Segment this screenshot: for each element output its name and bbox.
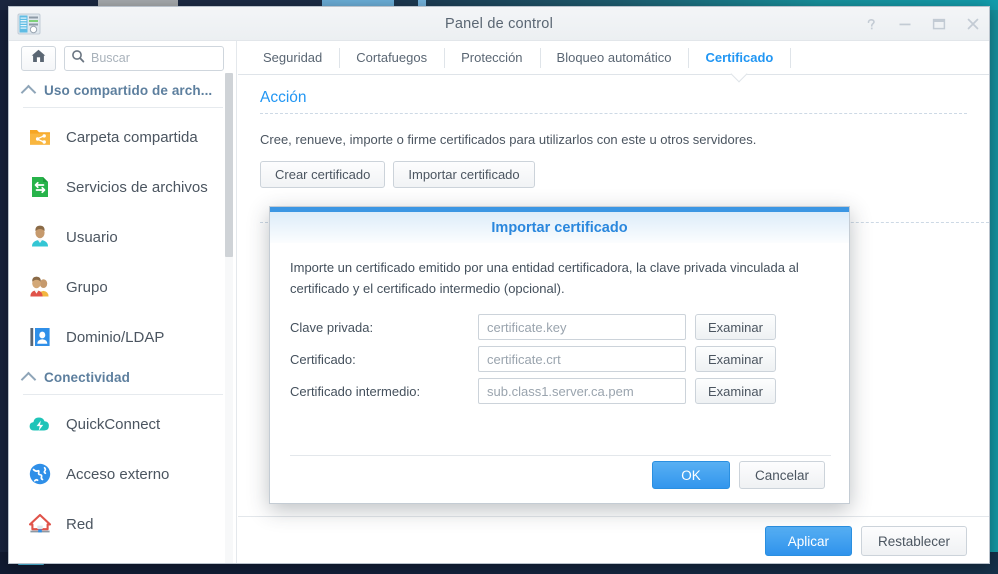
- sidebar-item-usuario[interactable]: Usuario: [9, 212, 237, 262]
- window-controls: [863, 7, 981, 41]
- external-access-icon: [27, 461, 53, 487]
- field-row-certificate: Certificado: certificate.crt Examinar: [290, 343, 829, 375]
- sidebar-item-dominio-ldap[interactable]: Dominio/LDAP: [9, 312, 237, 362]
- certificate-placeholder: certificate.crt: [487, 352, 561, 367]
- divider: [290, 455, 831, 456]
- action-buttons: Crear certificado Importar certificado: [260, 161, 967, 188]
- dialog-footer: OK Cancelar: [652, 461, 825, 489]
- sidebar-item-inalambrico[interactable]: Inalámbrico: [9, 549, 237, 564]
- tab-label: Certificado: [705, 50, 773, 65]
- maximize-button[interactable]: [931, 16, 947, 32]
- chevron-up-icon: [21, 84, 37, 100]
- certificate-pane: Acción Cree, renueve, importe o firme ce…: [238, 75, 989, 188]
- search-box[interactable]: [64, 46, 224, 71]
- sidebar-section-label: Conectividad: [44, 370, 130, 385]
- tab-label: Protección: [461, 50, 522, 65]
- quickconnect-icon: [27, 411, 53, 437]
- private-key-browse-button[interactable]: Examinar: [695, 314, 776, 340]
- intermediate-certificate-placeholder: sub.class1.server.ca.pem: [487, 384, 634, 399]
- home-button[interactable]: [21, 46, 56, 71]
- help-button[interactable]: [863, 16, 879, 32]
- private-key-label: Clave privada:: [290, 320, 478, 335]
- tab-proteccion[interactable]: Protección: [444, 41, 539, 74]
- sidebar-item-label: QuickConnect: [66, 416, 160, 433]
- sidebar-item-label: Servicios de archivos: [66, 179, 208, 196]
- sidebar-item-label: Carpeta compartida: [66, 129, 198, 146]
- field-row-private-key: Clave privada: certificate.key Examinar: [290, 311, 829, 343]
- cancel-button[interactable]: Cancelar: [739, 461, 825, 489]
- ok-button[interactable]: OK: [652, 461, 730, 489]
- sidebar: Uso compartido de arch...: [9, 41, 237, 564]
- sidebar-item-label: Usuario: [66, 229, 118, 246]
- tab-certificado[interactable]: Certificado: [688, 41, 790, 74]
- divider: [790, 41, 791, 74]
- screen: Panel de control: [0, 0, 998, 574]
- certificate-browse-button[interactable]: Examinar: [695, 346, 776, 372]
- certificate-input[interactable]: certificate.crt: [478, 346, 686, 372]
- tab-bloqueo-automatico[interactable]: Bloqueo automático: [540, 41, 689, 74]
- sidebar-item-grupo[interactable]: Grupo: [9, 262, 237, 312]
- divider: [23, 394, 223, 395]
- divider: [23, 107, 223, 108]
- intermediate-certificate-label: Certificado intermedio:: [290, 384, 478, 399]
- close-button[interactable]: [965, 16, 981, 32]
- tab-label: Bloqueo automático: [557, 50, 672, 65]
- dialog-description: Importe un certificado emitido por una e…: [290, 257, 820, 311]
- page-title: Acción: [260, 75, 967, 113]
- home-icon: [30, 48, 47, 69]
- user-icon: [27, 224, 53, 250]
- sidebar-item-carpeta-compartida[interactable]: Carpeta compartida: [9, 112, 237, 162]
- sidebar-item-label: Grupo: [66, 279, 108, 296]
- intermediate-certificate-input[interactable]: sub.class1.server.ca.pem: [478, 378, 686, 404]
- window-footer: Aplicar Restablecer: [238, 516, 989, 564]
- control-panel-window: Panel de control: [8, 6, 990, 564]
- file-services-icon: [27, 174, 53, 200]
- sidebar-section-file-sharing[interactable]: Uso compartido de arch...: [9, 75, 237, 105]
- dialog-body: Importe un certificado emitido por una e…: [270, 243, 849, 407]
- section-description: Cree, renueve, importe o firme certifica…: [260, 114, 967, 161]
- domain-ldap-icon: [27, 324, 53, 350]
- private-key-placeholder: certificate.key: [487, 320, 566, 335]
- minimize-button[interactable]: [897, 16, 913, 32]
- apply-button[interactable]: Aplicar: [765, 526, 852, 556]
- sidebar-item-label: Acceso externo: [66, 466, 169, 483]
- create-certificate-button[interactable]: Crear certificado: [260, 161, 385, 188]
- tab-label: Seguridad: [263, 50, 322, 65]
- intermediate-certificate-browse-button[interactable]: Examinar: [695, 378, 776, 404]
- sidebar-section-label: Uso compartido de arch...: [44, 83, 212, 98]
- sidebar-toolbar: [9, 41, 237, 75]
- certificate-label: Certificado:: [290, 352, 478, 367]
- field-row-intermediate-certificate: Certificado intermedio: sub.class1.serve…: [290, 375, 829, 407]
- sidebar-section-connectivity[interactable]: Conectividad: [9, 362, 237, 392]
- sidebar-item-acceso-externo[interactable]: Acceso externo: [9, 449, 237, 499]
- sidebar-scrollbar-thumb[interactable]: [225, 73, 233, 257]
- search-input[interactable]: [91, 51, 219, 65]
- tab-cortafuegos[interactable]: Cortafuegos: [339, 41, 444, 74]
- shared-folder-icon: [27, 124, 53, 150]
- sidebar-item-servicios-de-archivos[interactable]: Servicios de archivos: [9, 162, 237, 212]
- private-key-input[interactable]: certificate.key: [478, 314, 686, 340]
- import-certificate-dialog: Importar certificado Importe un certific…: [269, 206, 850, 504]
- network-icon: [27, 511, 53, 537]
- sidebar-item-label: Red: [66, 516, 94, 533]
- chevron-up-icon: [21, 371, 37, 387]
- reset-button[interactable]: Restablecer: [861, 526, 967, 556]
- sidebar-item-quickconnect[interactable]: QuickConnect: [9, 399, 237, 449]
- window-title: Panel de control: [9, 7, 989, 41]
- search-icon: [71, 49, 85, 68]
- import-certificate-button[interactable]: Importar certificado: [393, 161, 534, 188]
- tab-bar: Seguridad Cortafuegos Protección Bloqueo…: [238, 41, 989, 75]
- sidebar-scroll-area: Uso compartido de arch...: [9, 75, 237, 564]
- sidebar-item-label: Dominio/LDAP: [66, 329, 164, 346]
- sidebar-item-red[interactable]: Red: [9, 499, 237, 549]
- title-bar: Panel de control: [9, 7, 989, 41]
- group-icon: [27, 274, 53, 300]
- wireless-icon: [27, 561, 53, 564]
- tab-label: Cortafuegos: [356, 50, 427, 65]
- tab-seguridad[interactable]: Seguridad: [246, 41, 339, 74]
- dialog-title: Importar certificado: [270, 212, 849, 243]
